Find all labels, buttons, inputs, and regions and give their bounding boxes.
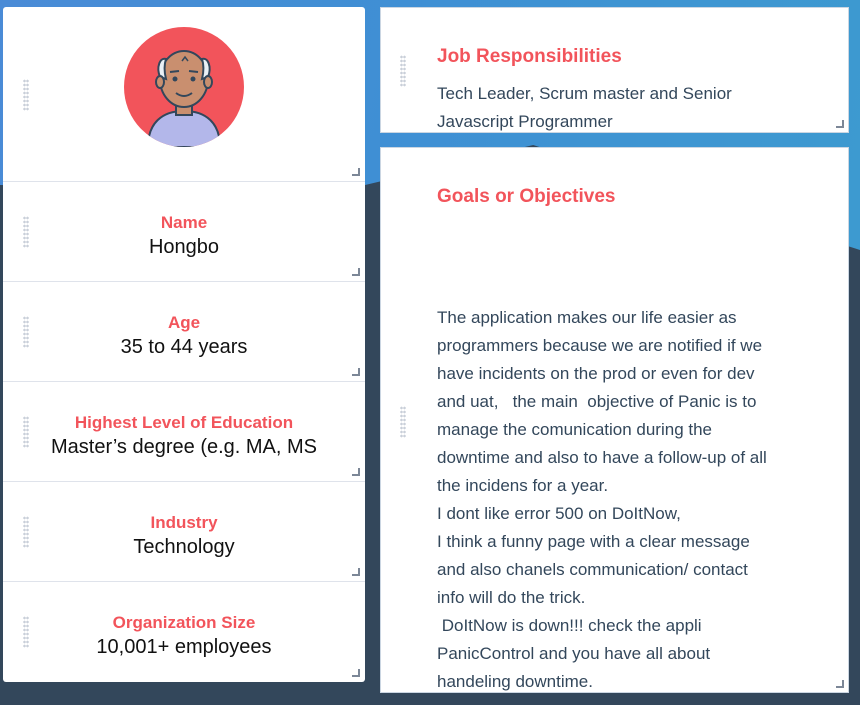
text-line: the incidens for a year. xyxy=(437,476,609,495)
text-line: and also chanels communication/ contact xyxy=(437,560,748,579)
job-responsibilities-card: Job Responsibilities Tech Leader, Scrum … xyxy=(380,7,849,133)
drag-handle-icon[interactable] xyxy=(400,55,406,87)
resize-handle-icon[interactable] xyxy=(836,120,844,128)
text-line: Javascript Programmer xyxy=(437,112,613,131)
field-label: Age xyxy=(167,313,201,332)
text-line: handeling downtime. xyxy=(437,672,593,691)
text-line: programmers because we are notified if w… xyxy=(437,336,763,355)
field-organization-size-section: Organization Size 10,001+ employees xyxy=(3,582,365,682)
field-label: Organization Size xyxy=(112,613,256,632)
text-line: The application makes our life easier as xyxy=(437,308,737,327)
resize-handle-icon[interactable] xyxy=(352,368,360,376)
text-line: I think a funny page with a clear messag… xyxy=(437,532,750,551)
text-line: I dont like error 500 on DoItNow, xyxy=(437,504,681,523)
avatar-section xyxy=(3,7,365,182)
resize-handle-icon[interactable] xyxy=(352,669,360,677)
field-name-section: Name Hongbo xyxy=(3,182,365,282)
text-line: info will do the trick. xyxy=(437,588,586,607)
persona-profile-card: Name Hongbo Age 35 to 44 years Highest L… xyxy=(3,7,365,682)
goals-objectives-card: Goals or Objectives The application make… xyxy=(380,147,849,693)
resize-handle-icon[interactable] xyxy=(352,568,360,576)
text-line: PanicControl and you have all about xyxy=(437,644,711,663)
resize-handle-icon[interactable] xyxy=(836,680,844,688)
text-line: DoItNow is down!!! check the appli xyxy=(437,616,702,635)
field-value: 35 to 44 years xyxy=(120,336,248,358)
field-value: Technology xyxy=(133,536,235,558)
goals-objectives-title: Goals or Objectives xyxy=(437,186,616,207)
resize-handle-icon[interactable] xyxy=(352,268,360,276)
job-responsibilities-text: Tech Leader, Scrum master and Senior Jav… xyxy=(437,80,732,136)
field-value: Master’s degree (e.g. MA, MS xyxy=(50,436,318,458)
avatar xyxy=(124,27,244,147)
field-label: Name xyxy=(160,213,208,232)
field-value: 10,001+ employees xyxy=(96,636,272,658)
resize-handle-icon[interactable] xyxy=(352,168,360,176)
job-responsibilities-title: Job Responsibilities xyxy=(437,46,622,67)
field-label: Highest Level of Education xyxy=(74,413,294,432)
field-age-section: Age 35 to 44 years xyxy=(3,282,365,382)
drag-handle-icon[interactable] xyxy=(400,406,406,438)
drag-handle-icon[interactable] xyxy=(23,79,29,111)
field-industry-section: Industry Technology xyxy=(3,482,365,582)
resize-handle-icon[interactable] xyxy=(352,468,360,476)
field-label: Industry xyxy=(150,513,218,532)
goals-objectives-text: The application makes our life easier as… xyxy=(437,248,767,696)
text-line: downtime and also to have a follow-up of… xyxy=(437,448,767,467)
text-line: manage the comunication during the xyxy=(437,420,713,439)
text-line: have incidents on the prod or even for d… xyxy=(437,364,755,383)
persona-avatar-icon xyxy=(146,50,222,147)
field-value: Hongbo xyxy=(148,236,220,258)
field-education-section: Highest Level of Education Master’s degr… xyxy=(3,382,365,482)
text-line: and uat, the main objective of Panic is … xyxy=(437,392,757,411)
text-line: Tech Leader, Scrum master and Senior xyxy=(437,84,732,103)
